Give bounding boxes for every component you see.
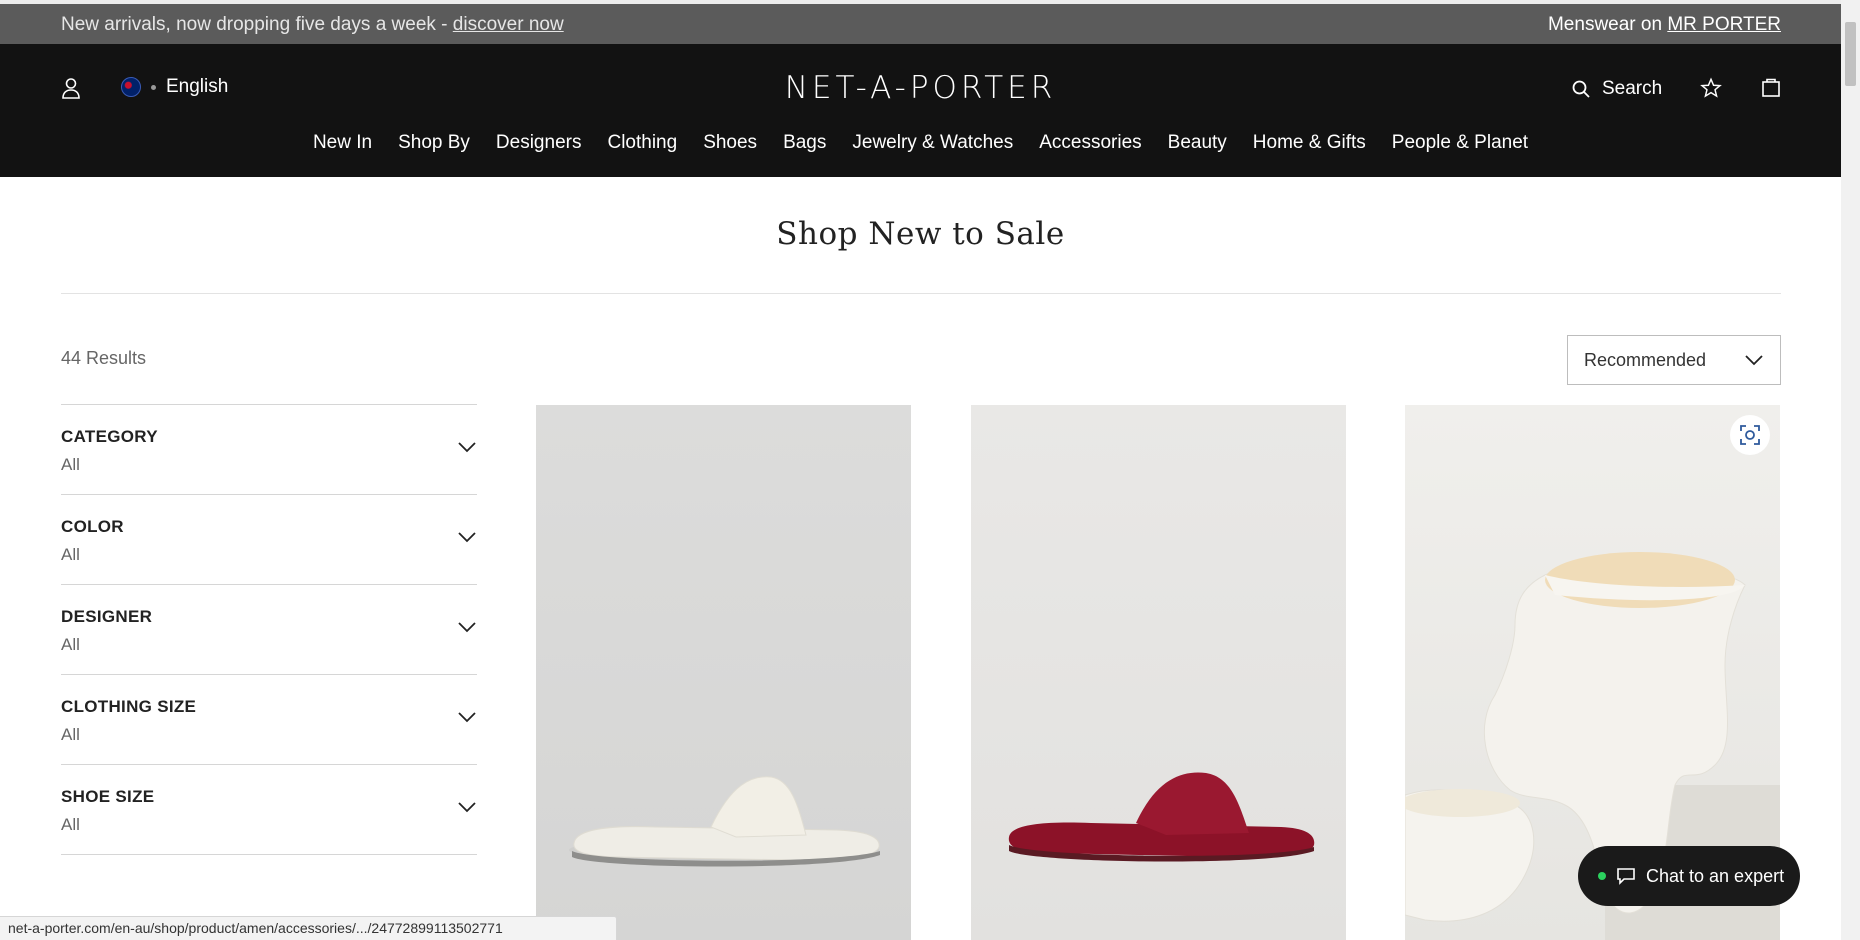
chat-label: Chat to an expert: [1646, 865, 1785, 886]
visual-search-button[interactable]: [1730, 415, 1770, 455]
chevron-down-icon: [458, 442, 476, 453]
site-logo[interactable]: NET-A-PORTER: [0, 70, 1841, 106]
results-count: 44 Results: [61, 348, 147, 368]
cream-slide-illustration: [569, 776, 880, 867]
discover-now-link[interactable]: discover now: [453, 14, 564, 35]
nav-item-accessories[interactable]: Accessories: [1039, 132, 1141, 154]
sort-dropdown[interactable]: Recommended: [1567, 335, 1781, 385]
chevron-down-icon: [458, 622, 476, 633]
filter-title: COLOR: [61, 517, 124, 536]
filter-title: CATEGORY: [61, 427, 158, 446]
star-icon[interactable]: [1700, 77, 1722, 104]
nav-item-shoes[interactable]: Shoes: [703, 132, 757, 154]
status-bar-url: net-a-porter.com/en-au/shop/product/amen…: [0, 916, 617, 940]
main-navigation: New In Shop By Designers Clothing Shoes …: [0, 132, 1841, 154]
menswear-text: Menswear on: [1547, 14, 1668, 35]
filter-category[interactable]: CATEGORY All: [61, 405, 477, 495]
filter-value: All: [61, 545, 80, 564]
nav-item-jewelry-watches[interactable]: Jewelry & Watches: [852, 132, 1013, 154]
product-image[interactable]: [971, 405, 1346, 940]
filter-value: All: [61, 635, 80, 654]
filter-shoe-size[interactable]: SHOE SIZE All: [61, 765, 477, 855]
chevron-down-icon: [458, 802, 476, 813]
nav-item-designers[interactable]: Designers: [496, 132, 582, 154]
menswear-message: Menswear on MR PORTER: [1548, 14, 1781, 36]
search-label: Search: [1602, 78, 1663, 99]
page: New arrivals, now dropping five days a w…: [0, 0, 1860, 940]
chevron-down-icon: [1745, 355, 1763, 366]
sort-value: Recommended: [1584, 349, 1707, 370]
search-icon: [1572, 80, 1590, 98]
nav-item-bags[interactable]: Bags: [783, 132, 826, 154]
promo-text: New arrivals, now dropping five days a w…: [61, 14, 453, 35]
scrollbar-thumb[interactable]: [1845, 22, 1856, 86]
promo-message: New arrivals, now dropping five days a w…: [61, 14, 564, 36]
page-title: Shop New to Sale: [776, 216, 1065, 252]
filter-clothing-size[interactable]: CLOTHING SIZE All: [61, 675, 477, 765]
nav-item-new-in[interactable]: New In: [313, 132, 372, 154]
online-status-dot: [1598, 872, 1606, 880]
scrollbar[interactable]: [1841, 0, 1860, 940]
product-image[interactable]: [536, 405, 911, 940]
search-button[interactable]: Search: [1572, 78, 1662, 100]
divider: [61, 293, 1781, 294]
chevron-down-icon: [458, 532, 476, 543]
mr-porter-link[interactable]: MR PORTER: [1667, 14, 1781, 35]
chat-to-expert-button[interactable]: Chat to an expert: [1578, 846, 1800, 906]
nav-item-clothing[interactable]: Clothing: [607, 132, 677, 154]
scan-icon: [1740, 425, 1760, 445]
filter-value: All: [61, 455, 80, 474]
site-header: English NET-A-PORTER Search New In Shop …: [0, 44, 1841, 177]
burgundy-slide-illustration: [1008, 772, 1315, 862]
filter-title: SHOE SIZE: [61, 787, 155, 806]
filter-title: DESIGNER: [61, 607, 153, 626]
promo-bar: New arrivals, now dropping five days a w…: [0, 0, 1841, 44]
nav-item-home-gifts[interactable]: Home & Gifts: [1253, 132, 1366, 154]
filter-value: All: [61, 725, 80, 744]
chat-bubble-icon: [1617, 868, 1635, 885]
nav-item-shop-by[interactable]: Shop By: [398, 132, 470, 154]
nav-item-people-planet[interactable]: People & Planet: [1392, 132, 1528, 154]
nav-item-beauty[interactable]: Beauty: [1168, 132, 1227, 154]
filter-panel: CATEGORY All COLOR All DESIGNER All CLOT…: [61, 404, 477, 855]
chevron-down-icon: [458, 712, 476, 723]
filter-title: CLOTHING SIZE: [61, 697, 197, 716]
filter-value: All: [61, 815, 80, 834]
shopping-bag-icon[interactable]: [1761, 76, 1781, 103]
filter-designer[interactable]: DESIGNER All: [61, 585, 477, 675]
filter-color[interactable]: COLOR All: [61, 495, 477, 585]
